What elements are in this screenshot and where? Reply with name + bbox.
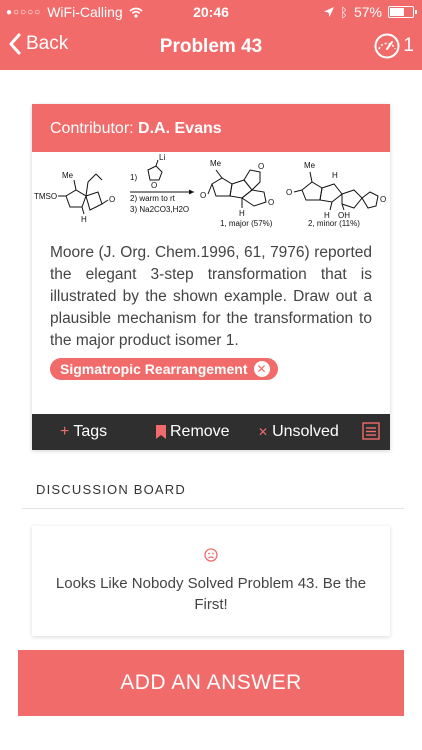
remove-label: Remove — [170, 423, 230, 440]
reagent-step-1: 1) — [130, 173, 137, 182]
reagent-o: O — [151, 181, 157, 190]
product-2-o1: O — [286, 188, 292, 197]
remove-tag-icon[interactable]: ✕ — [253, 361, 270, 377]
product-1-label: 1, major (57%) — [220, 219, 273, 228]
battery-icon — [388, 6, 417, 18]
difficulty-meter-button[interactable]: 1 — [373, 32, 414, 60]
status-right: ᛒ 57% — [324, 4, 417, 20]
contributor-name: D.A. Evans — [138, 120, 222, 137]
product-2-me: Me — [304, 161, 316, 170]
tags-button[interactable]: + Tags — [60, 423, 107, 441]
divider — [22, 508, 404, 509]
problem-toolbar: + Tags Remove ✕ Unsolved — [32, 414, 390, 450]
contributor-header: Contributor: D.A. Evans — [32, 104, 390, 152]
reactant-h: H — [81, 215, 87, 224]
unsolved-button[interactable]: ✕ Unsolved — [258, 423, 339, 441]
contributor-prefix: Contributor: — [50, 120, 139, 137]
reagent-li: Li — [159, 153, 165, 162]
reagent-furan — [147, 159, 163, 181]
bluetooth-icon: ᛒ — [340, 4, 348, 20]
empty-discussion-message: Looks Like Nobody Solved Problem 43. Be … — [55, 575, 367, 613]
remove-button[interactable]: Remove — [156, 423, 230, 441]
discussion-board-heading: DISCUSSION BOARD — [36, 482, 186, 497]
meter-count: 1 — [403, 35, 414, 56]
reactant-me: Me — [62, 171, 74, 180]
reactant-structure — [58, 173, 109, 215]
speedometer-icon — [374, 33, 400, 59]
nav-bar: Back Problem 43 1 — [0, 24, 422, 70]
product-2-label: 2, minor (11%) — [308, 219, 360, 228]
reactant-tmso: TMSO — [34, 192, 57, 201]
reagent-step-3: 3) Na2CO3,H2O — [130, 205, 189, 214]
product-1-structure — [207, 169, 267, 208]
product-1-o3: O — [268, 198, 274, 207]
problem-card: Contributor: D.A. Evans Me TMSO O H Li O… — [32, 104, 390, 450]
battery-label: 57% — [353, 4, 382, 20]
tag-label: Sigmatropic Rearrangement — [60, 361, 248, 377]
location-icon — [324, 7, 335, 17]
notes-button[interactable] — [362, 422, 380, 440]
add-answer-button[interactable]: ADD AN ANSWER — [18, 650, 404, 716]
sad-face-icon — [204, 548, 218, 562]
status-bar: ●○○○○ WiFi-Calling 20:46 ᛒ 57% — [0, 0, 422, 24]
product-1-h: H — [239, 209, 245, 218]
reaction-scheme: Me TMSO O H Li O 1) 2) warm to rt 3) Na2… — [32, 152, 390, 236]
product-1-o1: O — [258, 162, 264, 171]
reaction-scheme-drawing: Me TMSO O H Li O 1) 2) warm to rt 3) Na2… — [34, 153, 386, 228]
unsolved-label: Unsolved — [272, 423, 339, 440]
list-icon — [362, 422, 380, 440]
page-title: Problem 43 — [159, 36, 263, 57]
bookmark-icon — [156, 425, 166, 439]
product-1-o2: O — [200, 191, 206, 200]
tags-label: Tags — [73, 423, 108, 440]
x-icon: ✕ — [258, 425, 269, 439]
tag-chip[interactable]: Sigmatropic Rearrangement ✕ — [50, 358, 278, 380]
reaction-arrow-head — [189, 189, 194, 195]
product-1-me: Me — [210, 159, 222, 168]
empty-discussion-card: Looks Like Nobody Solved Problem 43. Be … — [32, 526, 390, 636]
plus-icon: + — [60, 423, 70, 440]
reactant-o: O — [109, 195, 115, 204]
problem-description: Moore (J. Org. Chem.1996, 61, 7976) repo… — [50, 244, 372, 349]
reagent-step-2: 2) warm to rt — [130, 194, 176, 203]
product-2-h1: H — [332, 171, 338, 180]
product-2-o2: O — [380, 195, 386, 204]
